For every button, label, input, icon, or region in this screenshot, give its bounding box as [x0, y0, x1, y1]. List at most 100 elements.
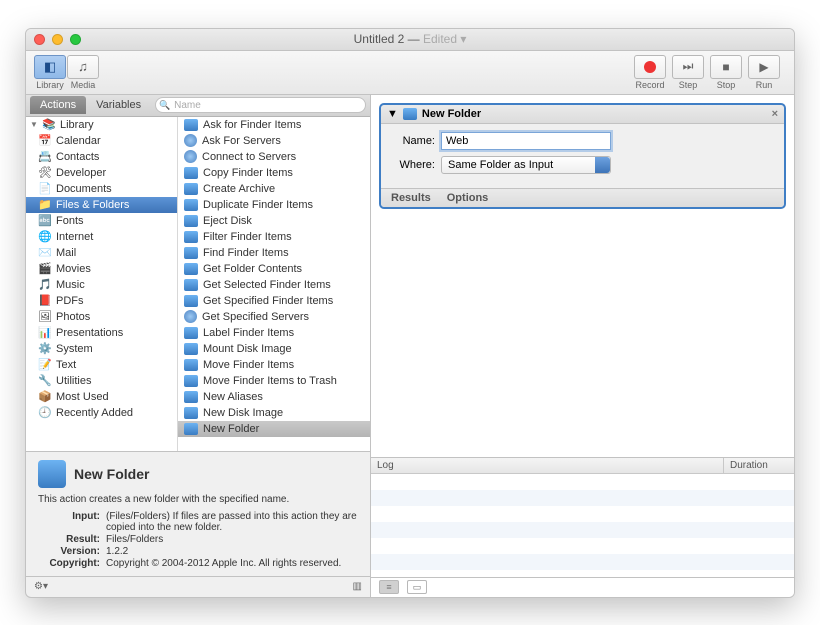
action-item[interactable]: Filter Finder Items — [178, 229, 370, 245]
stop-button[interactable]: ■ — [710, 55, 742, 79]
category-icon: 📊 — [38, 326, 52, 340]
record-button[interactable] — [634, 55, 666, 79]
action-item[interactable]: Get Selected Finder Items — [178, 277, 370, 293]
sidebar-item[interactable]: 📅Calendar — [26, 133, 177, 149]
gear-icon[interactable]: ⚙︎▾ — [34, 581, 48, 592]
search-input[interactable]: Name — [155, 97, 366, 113]
sidebar-item[interactable]: 📄Documents — [26, 181, 177, 197]
tab-variables[interactable]: Variables — [86, 96, 151, 114]
sidebar-item[interactable]: 📊Presentations — [26, 325, 177, 341]
tab-actions[interactable]: Actions — [30, 96, 86, 114]
action-item[interactable]: Eject Disk — [178, 213, 370, 229]
columns-icon[interactable]: ▥ — [353, 581, 362, 592]
action-item[interactable]: New Disk Image — [178, 405, 370, 421]
sidebar-item[interactable]: 🔧Utilities — [26, 373, 177, 389]
library-icon: 📚 — [42, 118, 56, 132]
action-item[interactable]: New Aliases — [178, 389, 370, 405]
disclosure-icon: ▼ — [30, 120, 38, 129]
folder-icon — [184, 119, 198, 131]
workflow-canvas[interactable]: ▼ New Folder × Name: Where: Same Folder … — [371, 95, 794, 457]
duration-column-header[interactable]: Duration — [724, 458, 794, 473]
sidebar-item[interactable]: ⚙️System — [26, 341, 177, 357]
action-item[interactable]: Copy Finder Items — [178, 165, 370, 181]
close-icon[interactable]: × — [772, 108, 778, 120]
action-info-description: This action creates a new folder with th… — [38, 494, 358, 505]
folder-icon — [403, 108, 417, 120]
category-icon: 🔤 — [38, 214, 52, 228]
minimize-window-button[interactable] — [52, 34, 63, 45]
step-button[interactable]: ⏭ — [672, 55, 704, 79]
action-info-icon — [38, 460, 66, 488]
window: Untitled 2 — Edited ▾ ◧ ♫ Library Media … — [25, 28, 795, 598]
category-icon: 📕 — [38, 294, 52, 308]
sidebar-item[interactable]: 📕PDFs — [26, 293, 177, 309]
workflow-action-new-folder[interactable]: ▼ New Folder × Name: Where: Same Folder … — [379, 103, 786, 209]
server-icon — [184, 150, 197, 163]
category-icon: 🕘 — [38, 406, 52, 420]
where-label: Where: — [391, 159, 435, 171]
category-icon: 📦 — [38, 390, 52, 404]
action-item[interactable]: Get Folder Contents — [178, 261, 370, 277]
sidebar-item[interactable]: 🎬Movies — [26, 261, 177, 277]
log-rows — [371, 474, 794, 577]
sidebar-item[interactable]: 📝Text — [26, 357, 177, 373]
action-item[interactable]: New Folder — [178, 421, 370, 437]
action-item[interactable]: Move Finder Items — [178, 357, 370, 373]
sidebar-item[interactable]: 📦Most Used — [26, 389, 177, 405]
library-tabbar: Actions Variables Name — [26, 95, 370, 117]
folder-icon — [184, 407, 198, 419]
action-info-panel: New Folder This action creates a new fol… — [26, 452, 370, 577]
sidebar-root[interactable]: ▼📚Library — [26, 117, 177, 133]
folder-icon — [184, 263, 198, 275]
sidebar-item[interactable]: 📁Files & Folders — [26, 197, 177, 213]
info-footer: ⚙︎▾ ▥ — [26, 577, 370, 597]
disclosure-icon[interactable]: ▼ — [387, 108, 398, 120]
sidebar-item[interactable]: 🖼Photos — [26, 309, 177, 325]
action-item[interactable]: Connect to Servers — [178, 149, 370, 165]
folder-icon — [184, 359, 198, 371]
zoom-window-button[interactable] — [70, 34, 81, 45]
action-item[interactable]: Duplicate Finder Items — [178, 197, 370, 213]
action-item[interactable]: Mount Disk Image — [178, 341, 370, 357]
sidebar-item[interactable]: 🕘Recently Added — [26, 405, 177, 421]
media-view-button[interactable]: ♫ — [67, 55, 99, 79]
category-icon: 🎵 — [38, 278, 52, 292]
window-title: Untitled 2 — Edited ▾ — [26, 32, 794, 46]
detail-view-button[interactable]: ▭ — [407, 580, 427, 594]
folder-icon — [184, 327, 198, 339]
action-item[interactable]: Label Finder Items — [178, 325, 370, 341]
chevron-down-icon[interactable]: ▾ — [460, 32, 466, 46]
action-info-title: New Folder — [74, 466, 149, 482]
options-tab[interactable]: Options — [447, 192, 489, 204]
category-icon: 📇 — [38, 150, 52, 164]
action-item[interactable]: Get Specified Servers — [178, 309, 370, 325]
sidebar-item[interactable]: 📇Contacts — [26, 149, 177, 165]
where-select[interactable]: Same Folder as Input — [441, 156, 611, 174]
close-window-button[interactable] — [34, 34, 45, 45]
category-icon: 🎬 — [38, 262, 52, 276]
folder-name-input[interactable] — [441, 132, 611, 150]
workflow-action-header[interactable]: ▼ New Folder × — [381, 105, 784, 124]
action-item[interactable]: Move Finder Items to Trash — [178, 373, 370, 389]
log-column-header[interactable]: Log — [371, 458, 724, 473]
list-view-button[interactable]: ≡ — [379, 580, 399, 594]
step-icon: ⏭ — [683, 59, 694, 74]
sidebar-item[interactable]: 🔤Fonts — [26, 213, 177, 229]
category-sidebar: ▼📚Library 📅Calendar📇Contacts🛠Developer📄D… — [26, 117, 178, 451]
folder-icon — [184, 215, 198, 227]
sidebar-item[interactable]: ✉️Mail — [26, 245, 177, 261]
sidebar-item[interactable]: 🛠Developer — [26, 165, 177, 181]
action-item[interactable]: Get Specified Finder Items — [178, 293, 370, 309]
media-label: Media — [67, 80, 99, 90]
sidebar-item[interactable]: 🎵Music — [26, 277, 177, 293]
action-item[interactable]: Ask for Finder Items — [178, 117, 370, 133]
run-button[interactable]: ▶ — [748, 55, 780, 79]
action-item[interactable]: Ask For Servers — [178, 133, 370, 149]
results-tab[interactable]: Results — [391, 192, 431, 204]
category-icon: ⚙️ — [38, 342, 52, 356]
library-view-button[interactable]: ◧ — [34, 55, 66, 79]
action-item[interactable]: Create Archive — [178, 181, 370, 197]
action-item[interactable]: Find Finder Items — [178, 245, 370, 261]
sidebar-item[interactable]: 🌐Internet — [26, 229, 177, 245]
server-icon — [184, 134, 197, 147]
